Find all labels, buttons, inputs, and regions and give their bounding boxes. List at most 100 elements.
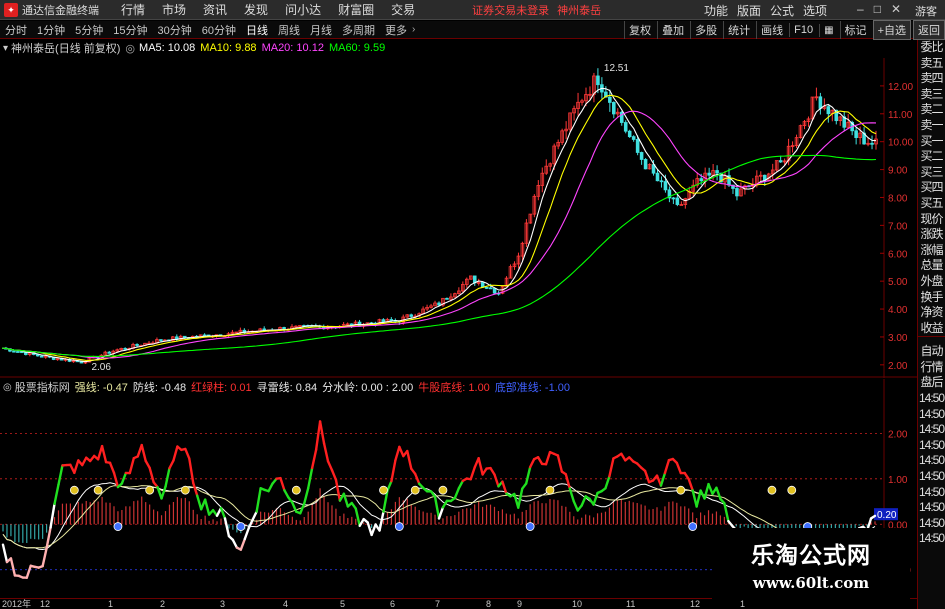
oscillator-segment	[168, 459, 175, 470]
period-monthly[interactable]: 月线	[305, 22, 337, 38]
menu-layout[interactable]: 版面	[737, 2, 761, 19]
collapse-icon[interactable]: ▾	[3, 43, 8, 54]
indicator-tick-label: 2.00	[888, 429, 908, 440]
close-icon[interactable]: ✕	[891, 2, 901, 16]
price-tick-label: 12.00	[888, 82, 913, 93]
period-5min[interactable]: 5分钟	[70, 22, 108, 38]
sidebar-label[interactable]: 自动	[918, 344, 945, 360]
sidebar-label[interactable]: 行情	[918, 360, 945, 376]
adjust-button[interactable]: 复权	[624, 21, 655, 39]
sidebar-label[interactable]: 14:50	[918, 516, 945, 532]
oscillator-segment	[386, 480, 393, 492]
add-watchlist-button[interactable]: +自选	[872, 20, 911, 40]
sidebar-label[interactable]: 换手	[918, 290, 945, 306]
sidebar-label[interactable]: 委比	[918, 40, 945, 56]
oscillator-segment	[192, 481, 199, 497]
oscillator-segment	[41, 546, 48, 568]
menu-news[interactable]: 资讯	[203, 1, 227, 18]
sidebar-label[interactable]: 14:50	[918, 407, 945, 423]
period-30min[interactable]: 30分钟	[153, 22, 197, 38]
sidebar-label[interactable]: 14:50	[918, 500, 945, 516]
sidebar-label[interactable]: 14:50	[918, 422, 945, 438]
sidebar-label[interactable]: 买五	[918, 196, 945, 212]
maximize-icon[interactable]: □	[874, 2, 881, 16]
oscillator-segment	[310, 448, 318, 470]
sidebar-label[interactable]: 买四	[918, 180, 945, 196]
guest-login[interactable]: 游客	[915, 3, 937, 19]
signal-marker	[69, 485, 79, 495]
period-multi[interactable]: 多周期	[337, 22, 380, 38]
indicator-legend: ◎ 股票指标网 强线: -0.47 防线: -0.48 红绿柱: 0.01 寻雷…	[0, 379, 575, 395]
candle-body	[107, 351, 112, 354]
sidebar-label[interactable]: 买二	[918, 149, 945, 165]
period-more[interactable]: 更多	[380, 22, 412, 38]
oscillator-segment	[493, 473, 500, 488]
sidebar-label[interactable]: 买一	[918, 134, 945, 150]
collapse-icon[interactable]: ◎	[3, 382, 12, 393]
sidebar-label[interactable]: 净资	[918, 305, 945, 321]
menu-wealth[interactable]: 财富圈	[338, 1, 374, 18]
menu-discover[interactable]: 发现	[244, 1, 268, 18]
menu-options[interactable]: 选项	[803, 2, 827, 19]
sidebar-label[interactable]: 14:50	[918, 453, 945, 469]
menu-formula[interactable]: 公式	[770, 2, 794, 19]
candle-body	[679, 204, 684, 206]
oscillator-segment	[406, 449, 413, 470]
sidebar-label[interactable]: 卖二	[918, 102, 945, 118]
candle-body	[854, 130, 858, 138]
candle-body	[659, 180, 664, 183]
oscillator-segment	[100, 444, 108, 464]
sidebar-label[interactable]: 卖一	[918, 118, 945, 134]
oscillator-segment	[120, 471, 128, 485]
overlay-button[interactable]: 叠加	[657, 21, 688, 39]
sidebar-label[interactable]: 14:50	[918, 531, 945, 547]
oscillator-segment	[437, 506, 445, 520]
sidebar-label[interactable]: 14:50	[918, 469, 945, 485]
chevron-right-icon[interactable]: ›	[412, 24, 415, 35]
ma20-line	[1, 110, 877, 359]
sidebar-label[interactable]: 卖四	[918, 71, 945, 87]
mark-button[interactable]: 标记	[839, 21, 871, 39]
sidebar-label[interactable]: 盘后	[918, 375, 945, 391]
period-weekly[interactable]: 周线	[273, 22, 305, 38]
sidebar-label[interactable]: 总量	[918, 258, 945, 274]
menu-quotes[interactable]: 行情	[121, 1, 145, 18]
menu-trade[interactable]: 交易	[391, 1, 415, 18]
f10-button[interactable]: F10	[789, 23, 817, 37]
sidebar-label[interactable]: 14:50	[918, 391, 945, 407]
statistics-button[interactable]: 统计	[723, 21, 754, 39]
candle-body	[631, 136, 636, 140]
sidebar-label[interactable]: 外盘	[918, 274, 945, 290]
period-intraday[interactable]: 分时	[0, 22, 32, 38]
back-button[interactable]: 返回	[913, 20, 945, 40]
grid-icon[interactable]: ▦	[819, 23, 837, 37]
sidebar-label[interactable]: 14:50	[918, 438, 945, 454]
oscillator-segment	[160, 485, 167, 500]
sidebar-label[interactable]: 收益	[918, 321, 945, 337]
period-1min[interactable]: 1分钟	[32, 22, 70, 38]
sidebar-label[interactable]: 卖三	[918, 87, 945, 103]
sidebar-label[interactable]: 涨跌	[918, 227, 945, 243]
price-tick-label: 7.00	[888, 221, 908, 232]
sidebar-label[interactable]: 买三	[918, 165, 945, 181]
sidebar-label[interactable]: 涨幅	[918, 243, 945, 259]
oscillator-segment	[703, 482, 710, 500]
period-daily[interactable]: 日线	[241, 22, 273, 38]
menu-function[interactable]: 功能	[704, 2, 728, 19]
signal-marker	[688, 522, 698, 531]
draw-line-button[interactable]: 画线	[756, 21, 787, 39]
candle-body	[159, 339, 163, 341]
sidebar-label[interactable]: 卖五	[918, 56, 945, 72]
period-15min[interactable]: 15分钟	[108, 22, 152, 38]
candle-body	[488, 287, 493, 290]
sidebar-label[interactable]: 现价	[918, 212, 945, 228]
candlestick-chart[interactable]: 12.00 11.00 10.00 9.00 8.00 7.00 6.00 5.00 4.00 3…	[0, 40, 917, 378]
multi-stock-button[interactable]: 多股	[690, 21, 721, 39]
menu-ask[interactable]: 问小达	[285, 1, 321, 18]
menu-market[interactable]: 市场	[162, 1, 186, 18]
sidebar-label[interactable]: 14:50	[918, 485, 945, 501]
login-notice[interactable]: 证券交易未登录	[472, 2, 549, 18]
period-60min[interactable]: 60分钟	[197, 22, 241, 38]
minimize-icon[interactable]: –	[857, 2, 864, 16]
settings-icon[interactable]: ◎	[125, 42, 135, 55]
